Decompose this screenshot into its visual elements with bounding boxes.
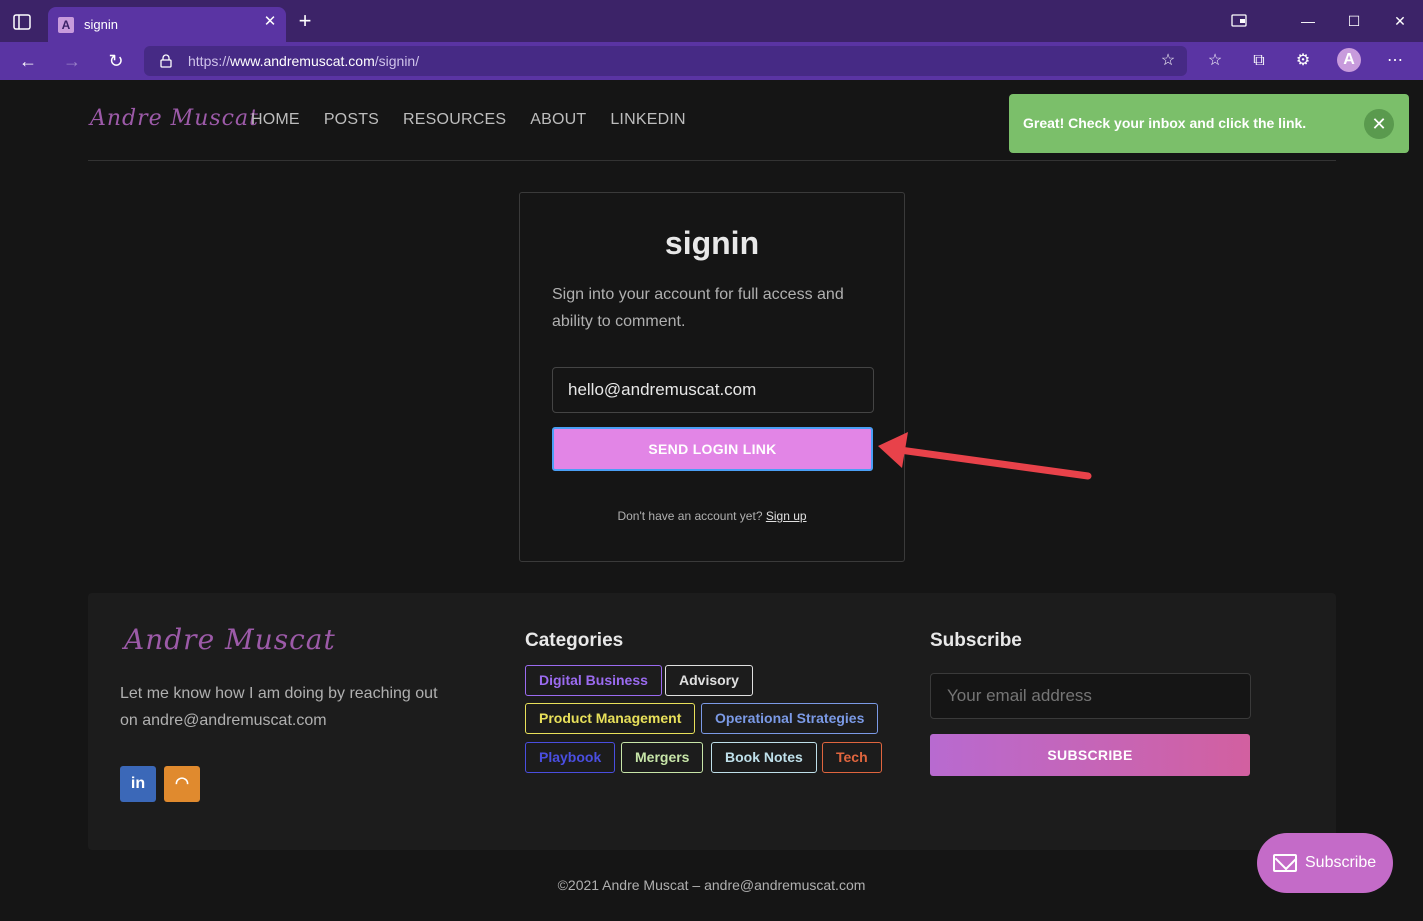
signin-description: Sign into your account for full access a… xyxy=(552,286,844,330)
lock-icon[interactable] xyxy=(160,54,172,68)
toast-close-icon[interactable]: ✕ xyxy=(1364,109,1394,139)
site-footer: Andre Muscat Let me know how I am doing … xyxy=(88,593,1336,850)
footer-logo[interactable]: Andre Muscat xyxy=(124,623,336,656)
tab-favicon-icon: A xyxy=(58,17,74,33)
back-icon[interactable]: ← xyxy=(17,51,39,71)
subscribe-button[interactable]: SUBSCRIBE xyxy=(930,734,1250,776)
add-favorite-icon[interactable]: ☆ xyxy=(1159,52,1177,70)
mail-icon xyxy=(1273,854,1297,872)
browser-addressbar: ← → ↻ https://www.andremuscat.com/signin… xyxy=(0,42,1423,80)
favorites-icon[interactable]: ☆ xyxy=(1204,51,1226,71)
nav-about[interactable]: ABOUT xyxy=(530,111,586,129)
tab-title: signin xyxy=(84,17,118,32)
success-toast: Great! Check your inbox and click the li… xyxy=(1009,94,1409,153)
browser-tab[interactable]: A signin ✕ xyxy=(48,7,286,42)
signin-card: signin Sign into your account for full a… xyxy=(519,192,905,562)
signup-link[interactable]: Sign up xyxy=(766,509,807,523)
url-bar[interactable]: https://www.andremuscat.com/signin/ ☆ xyxy=(144,46,1187,76)
signin-title: signin xyxy=(664,225,760,261)
floating-subscribe-button[interactable]: Subscribe xyxy=(1257,833,1393,893)
refresh-icon[interactable]: ↻ xyxy=(105,51,127,71)
sidebar-toggle-icon[interactable] xyxy=(1230,12,1250,30)
category-tag[interactable]: Product Management xyxy=(525,703,696,734)
tab-actions-icon[interactable] xyxy=(12,13,34,31)
browser-titlebar: A signin ✕ + — ☐ ✕ xyxy=(0,0,1423,42)
nav-linkedin[interactable]: LINKEDIN xyxy=(610,111,685,129)
maximize-icon[interactable]: ☐ xyxy=(1344,12,1364,30)
page: Andre Muscat HOME POSTS RESOURCES ABOUT … xyxy=(0,80,1423,921)
nav-resources[interactable]: RESOURCES xyxy=(403,111,506,129)
categories-title: Categories xyxy=(525,630,624,651)
toast-message: Great! Check your inbox and click the li… xyxy=(1023,115,1307,131)
tab-close-icon[interactable]: ✕ xyxy=(262,14,278,30)
signup-prompt: Don't have an account yet? Sign up xyxy=(520,509,904,523)
copyright: ©2021 Andre Muscat – andre@andremuscat.c… xyxy=(557,877,866,893)
category-tag[interactable]: Advisory xyxy=(665,665,753,696)
profile-avatar[interactable]: A xyxy=(1337,48,1361,72)
category-tag[interactable]: Tech xyxy=(822,742,882,773)
main-nav: HOME POSTS RESOURCES ABOUT LINKEDIN xyxy=(251,111,686,129)
forward-icon: → xyxy=(63,51,81,71)
category-tag[interactable]: Mergers xyxy=(621,742,704,773)
floating-subscribe-label: Subscribe xyxy=(1305,854,1377,871)
header-divider xyxy=(88,160,1336,161)
rss-icon[interactable]: ◠ xyxy=(164,766,200,802)
category-tag[interactable]: Playbook xyxy=(525,742,616,773)
collections-icon[interactable]: ⧉ xyxy=(1248,51,1270,71)
extensions-icon[interactable]: ⚙ xyxy=(1292,51,1314,71)
annotation-arrow xyxy=(878,432,1092,480)
minimize-icon[interactable]: — xyxy=(1298,12,1318,30)
nav-home[interactable]: HOME xyxy=(251,111,300,129)
category-tag[interactable]: Book Notes xyxy=(711,742,817,773)
site-logo[interactable]: Andre Muscat xyxy=(90,106,259,131)
category-tag[interactable]: Operational Strategies xyxy=(701,703,879,734)
subscribe-title: Subscribe xyxy=(930,630,1022,651)
email-field[interactable] xyxy=(552,367,874,413)
send-login-link-button[interactable]: SEND LOGIN LINK xyxy=(552,427,873,471)
linkedin-icon[interactable]: in xyxy=(120,766,156,802)
category-tag[interactable]: Digital Business xyxy=(525,665,662,696)
url-text: https://www.andremuscat.com/signin/ xyxy=(188,53,420,69)
more-menu-icon[interactable]: ⋯ xyxy=(1384,51,1406,71)
nav-posts[interactable]: POSTS xyxy=(324,111,379,129)
footer-contact-text: Let me know how I am doing by reaching o… xyxy=(120,685,438,729)
no-account-text: Don't have an account yet? xyxy=(617,509,763,523)
new-tab-icon[interactable]: + xyxy=(296,10,314,32)
subscribe-email-input[interactable] xyxy=(930,673,1251,719)
window-close-icon[interactable]: ✕ xyxy=(1390,12,1410,30)
